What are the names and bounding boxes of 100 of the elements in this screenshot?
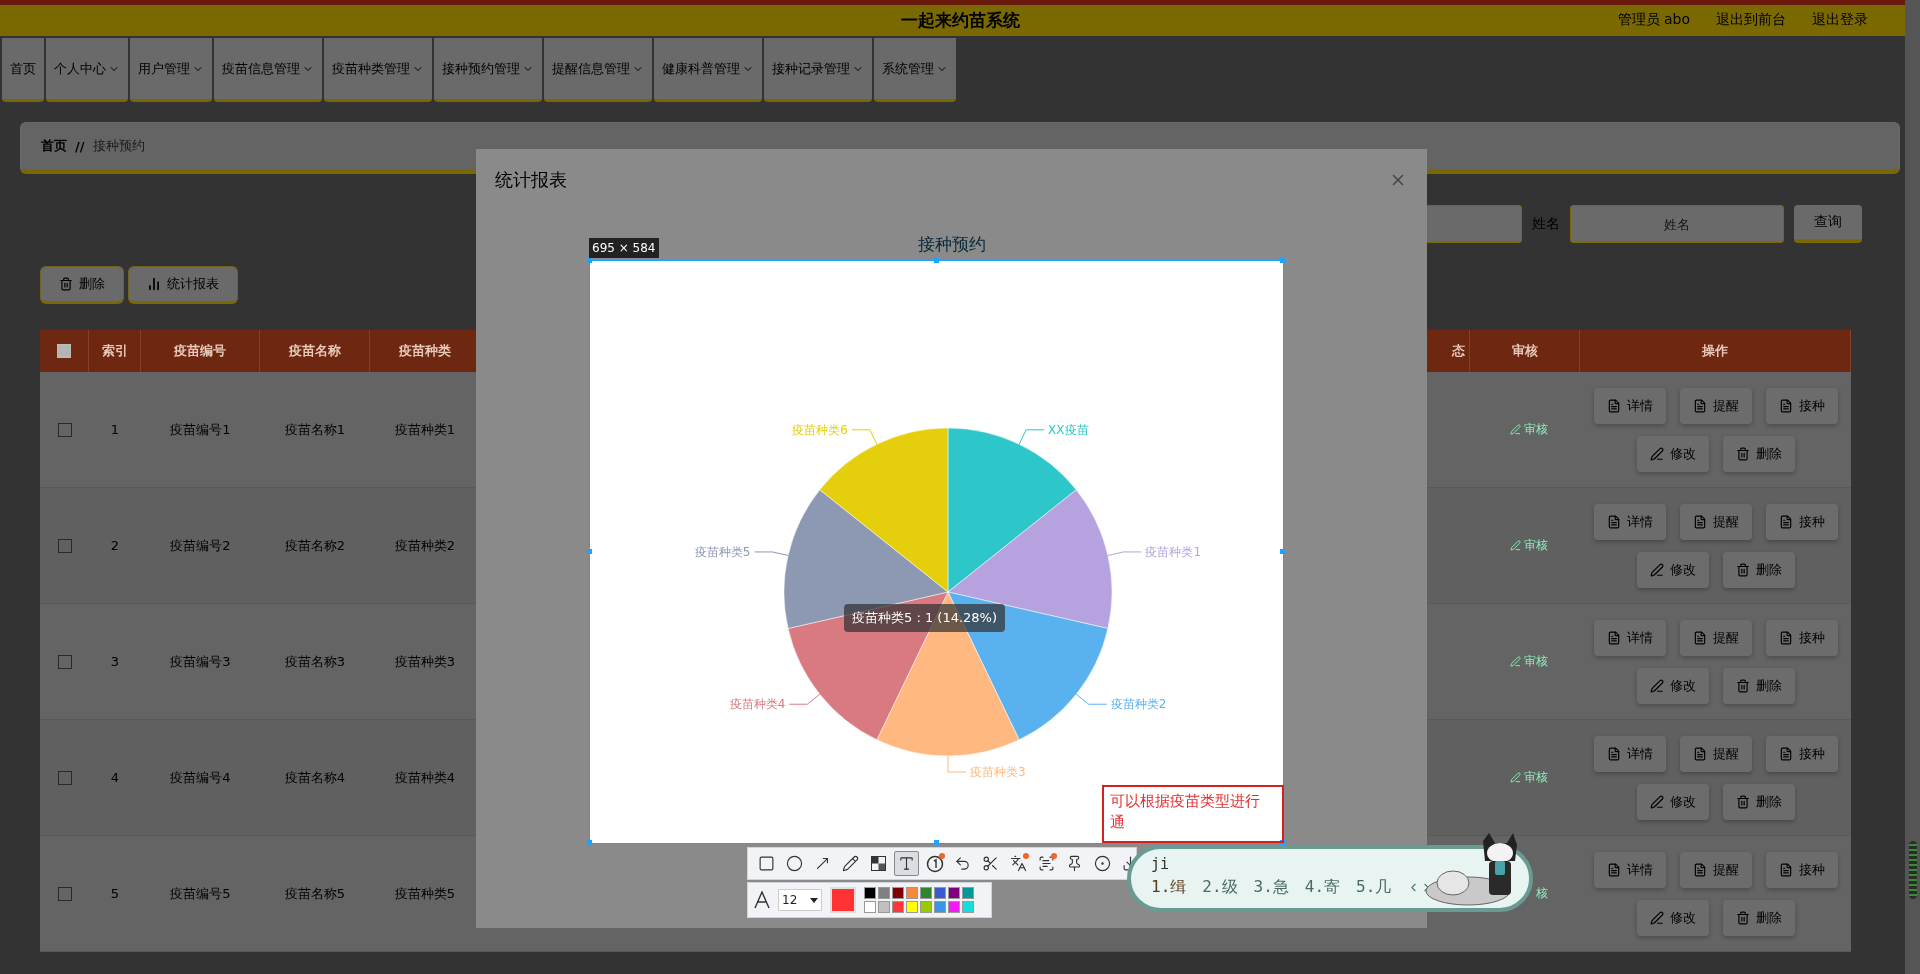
row-action-button[interactable]: 提醒 <box>1679 387 1752 424</box>
nav-item[interactable]: 个人中心 <box>46 38 128 102</box>
row-action-button[interactable]: 接种 <box>1765 387 1838 424</box>
checkbox[interactable] <box>57 770 72 785</box>
review-link[interactable]: 审核 <box>1510 421 1548 438</box>
row-action-button[interactable]: 提醒 <box>1679 503 1752 540</box>
color-swatch[interactable] <box>906 887 918 899</box>
row-action-button[interactable]: 删除 <box>1722 783 1795 820</box>
color-swatch[interactable] <box>892 887 904 899</box>
scrollbar[interactable] <box>1905 0 1920 974</box>
checkbox[interactable] <box>57 538 72 553</box>
row-action-button[interactable]: 提醒 <box>1679 735 1752 772</box>
text-annotation[interactable]: 可以根据疫苗类型进行通 <box>1102 785 1284 843</box>
resize-handle[interactable] <box>587 549 592 554</box>
nav-item[interactable]: 系统管理 <box>874 38 956 102</box>
review-link[interactable]: 审核 <box>1510 537 1548 554</box>
row-action-button[interactable]: 接种 <box>1765 619 1838 656</box>
breadcrumb-link[interactable]: 首页 <box>41 137 67 155</box>
header-link[interactable]: 退出到前台 <box>1716 11 1786 29</box>
row-action-button[interactable]: 删除 <box>1722 551 1795 588</box>
resize-handle[interactable] <box>1280 549 1285 554</box>
size-label: 695 × 584 <box>589 238 659 258</box>
row-action-button[interactable]: 删除 <box>1722 899 1795 936</box>
color-swatch[interactable] <box>878 901 890 913</box>
color-swatch[interactable] <box>962 901 974 913</box>
row-action-button[interactable]: 删除 <box>1722 667 1795 704</box>
row-action-button[interactable]: 修改 <box>1636 551 1709 588</box>
chart-tooltip: 疫苗种类5 : 1 (14.28%) <box>844 604 1006 632</box>
resize-handle[interactable] <box>587 840 592 845</box>
document-icon <box>1778 746 1793 761</box>
row-action-button[interactable]: 删除 <box>1722 435 1795 472</box>
report-button[interactable]: 统计报表 <box>128 266 238 304</box>
checkbox[interactable] <box>57 654 72 669</box>
candidate-word[interactable]: 4.寄 <box>1304 877 1341 898</box>
row-action-button[interactable]: 修改 <box>1636 899 1709 936</box>
search-button[interactable]: 查询 <box>1794 205 1862 243</box>
nav-item[interactable]: 提醒信息管理 <box>544 38 652 102</box>
candidate-word[interactable]: 1.缉 <box>1151 877 1187 898</box>
pinyin-text: ji <box>1151 855 1170 875</box>
slice-label: 疫苗种类5 <box>694 544 751 559</box>
row-action-button[interactable]: 详情 <box>1593 387 1666 424</box>
row-action-button[interactable]: 接种 <box>1765 503 1838 540</box>
color-swatch[interactable] <box>934 901 946 913</box>
resize-handle[interactable] <box>933 258 939 263</box>
font-size-select[interactable]: 12 <box>778 889 822 911</box>
color-swatch[interactable] <box>920 901 932 913</box>
column-header: 操作 <box>1702 342 1728 360</box>
color-swatch[interactable] <box>878 887 890 899</box>
row-action-button[interactable]: 提醒 <box>1679 619 1752 656</box>
row-action-button[interactable]: 修改 <box>1636 783 1709 820</box>
resize-handle[interactable] <box>1280 840 1285 845</box>
row-action-button[interactable]: 接种 <box>1765 851 1838 888</box>
candidate-word[interactable]: 5.几 <box>1356 877 1392 898</box>
resize-handle[interactable] <box>587 258 592 263</box>
checkbox[interactable] <box>57 886 72 901</box>
review-link[interactable]: 核 <box>1536 885 1548 902</box>
row-action-button[interactable]: 修改 <box>1636 667 1709 704</box>
checkbox[interactable] <box>57 344 71 358</box>
badge-dot <box>1023 853 1029 859</box>
color-swatch[interactable] <box>920 887 932 899</box>
current-color-swatch[interactable] <box>830 887 856 913</box>
color-swatch[interactable] <box>934 887 946 899</box>
nav-item[interactable]: 疫苗种类管理 <box>324 38 432 102</box>
table-cell: 5 <box>110 886 120 901</box>
resize-handle[interactable] <box>1280 258 1285 263</box>
nav-item[interactable]: 健康科普管理 <box>654 38 762 102</box>
candidate-word[interactable]: 3.急 <box>1253 877 1289 898</box>
row-action-button[interactable]: 详情 <box>1593 735 1666 772</box>
header-link[interactable]: 管理员 abo <box>1617 11 1690 29</box>
row-action-button[interactable]: 修改 <box>1636 435 1709 472</box>
row-action-button[interactable]: 详情 <box>1593 851 1666 888</box>
pen-icon <box>1649 910 1664 925</box>
trash-icon <box>1735 910 1750 925</box>
candidate-word[interactable]: 2.级 <box>1202 877 1238 898</box>
nav-item[interactable]: 接种预约管理 <box>434 38 542 102</box>
nav-item[interactable]: 用户管理 <box>130 38 212 102</box>
row-action-button[interactable]: 详情 <box>1593 619 1666 656</box>
row-action-button[interactable]: 详情 <box>1593 503 1666 540</box>
nav-item[interactable]: 首页 <box>2 38 44 102</box>
row-action-button[interactable]: 接种 <box>1765 735 1838 772</box>
review-link[interactable]: 审核 <box>1510 653 1548 670</box>
review-link[interactable]: 审核 <box>1510 769 1548 786</box>
nav-item[interactable]: 接种记录管理 <box>764 38 872 102</box>
leader-line <box>947 755 967 773</box>
color-swatch[interactable] <box>906 901 918 913</box>
color-swatch[interactable] <box>864 901 876 913</box>
table-cell: 疫苗种类1 <box>394 420 456 439</box>
slice-label: 疫苗种类2 <box>1110 697 1167 712</box>
color-swatch[interactable] <box>864 887 876 899</box>
delete-button[interactable]: 删除 <box>40 266 124 304</box>
checkbox[interactable] <box>57 422 72 437</box>
color-swatch[interactable] <box>948 887 960 899</box>
nav-item[interactable]: 疫苗信息管理 <box>214 38 322 102</box>
resize-handle[interactable] <box>933 840 939 845</box>
name-field[interactable]: 姓名 <box>1570 205 1784 243</box>
header-link[interactable]: 退出登录 <box>1812 11 1868 29</box>
color-swatch[interactable] <box>948 901 960 913</box>
color-swatch[interactable] <box>892 901 904 913</box>
row-action-button[interactable]: 提醒 <box>1679 851 1752 888</box>
color-swatch[interactable] <box>962 887 974 899</box>
